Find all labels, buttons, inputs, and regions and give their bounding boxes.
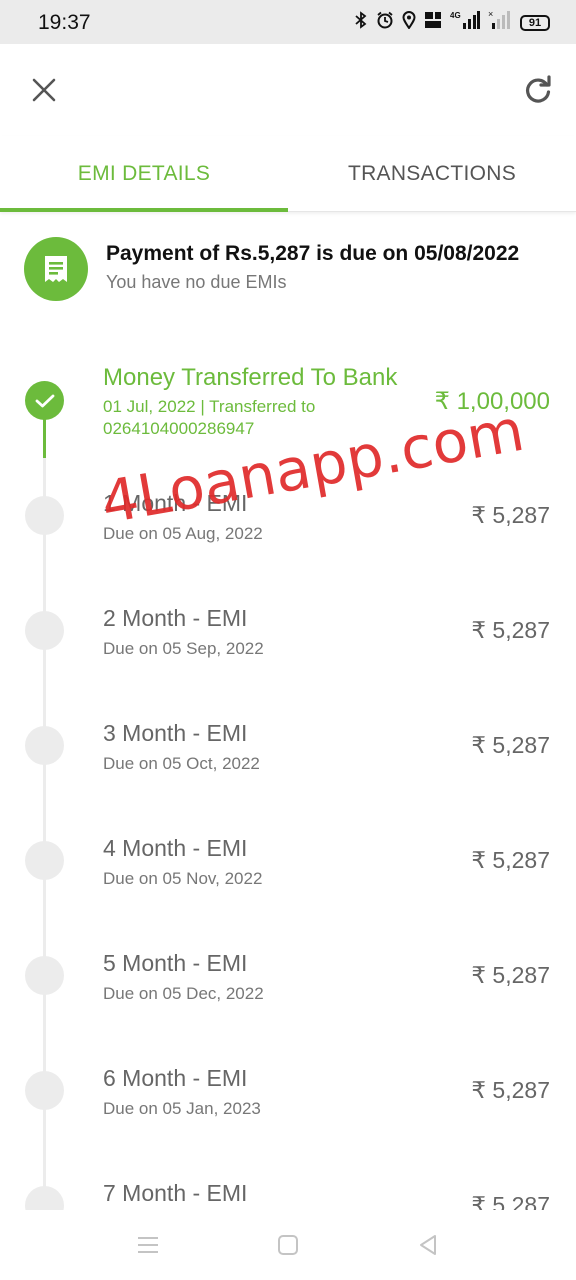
timeline-dot [25, 1071, 64, 1110]
receipt-icon [45, 256, 67, 282]
close-icon [32, 78, 56, 102]
list-item: 7 Month - EMI ₹ 5,287 [0, 1145, 576, 1210]
emi-amount: ₹ 5,287 [471, 502, 550, 528]
emi-title: 7 Month - EMI [103, 1180, 248, 1206]
svg-text:×: × [488, 10, 493, 19]
signal-weak-icon: × [488, 9, 512, 37]
emi-amount: ₹ 5,287 [471, 1077, 550, 1103]
receipt-badge [24, 237, 88, 301]
home-button[interactable] [273, 1230, 303, 1260]
list-item: 5 Month - EMI Due on 05 Dec, 2022 ₹ 5,28… [0, 915, 576, 1015]
signal-icon: 4G [450, 10, 480, 37]
location-icon [402, 10, 416, 36]
emi-due-date: Due on 05 Sep, 2022 [103, 639, 264, 658]
network-type-label: 4G [450, 11, 461, 20]
bluetooth-icon [354, 10, 368, 36]
status-icons: 4G × 91 [354, 9, 550, 37]
list-item: 6 Month - EMI Due on 05 Jan, 2023 ₹ 5,28… [0, 1030, 576, 1130]
tab-bar: EMI DETAILS TRANSACTIONS [0, 136, 576, 212]
emi-due-date: Due on 05 Dec, 2022 [103, 984, 264, 1003]
emi-due-date: Due on 05 Oct, 2022 [103, 754, 260, 773]
status-bar: 19:37 4G × 91 [0, 0, 576, 44]
menu-icon [138, 1237, 158, 1253]
list-item: 3 Month - EMI Due on 05 Oct, 2022 ₹ 5,28… [0, 685, 576, 785]
emi-amount: ₹ 5,287 [471, 1192, 550, 1210]
refresh-button[interactable] [518, 70, 558, 110]
emi-title: 4 Month - EMI [103, 835, 248, 861]
refresh-icon [526, 75, 551, 103]
timeline-dot [25, 1186, 64, 1210]
tab-transactions[interactable]: TRANSACTIONS [288, 136, 576, 211]
emi-title: 5 Month - EMI [103, 950, 248, 976]
back-triangle-icon [420, 1235, 436, 1255]
timeline-dot-done [25, 381, 64, 420]
tab-emi-details[interactable]: EMI DETAILS [0, 136, 288, 212]
emi-title: 3 Month - EMI [103, 720, 248, 746]
timeline-dot [25, 956, 64, 995]
check-icon [35, 394, 54, 407]
emi-amount: ₹ 5,287 [471, 617, 550, 643]
battery-icon: 91 [520, 15, 550, 31]
list-item: 2 Month - EMI Due on 05 Sep, 2022 ₹ 5,28… [0, 570, 576, 670]
app-bar [0, 44, 576, 136]
recents-button[interactable] [133, 1230, 163, 1260]
timeline-dot [25, 841, 64, 880]
emi-title: 6 Month - EMI [103, 1065, 248, 1091]
payment-summary: Payment of Rs.5,287 is due on 05/08/2022… [24, 236, 554, 302]
payment-due-subtitle: You have no due EMIs [106, 272, 287, 292]
timeline-dot [25, 726, 64, 765]
close-button[interactable] [24, 70, 64, 110]
emi-amount: ₹ 5,287 [471, 847, 550, 873]
volte-icon [424, 11, 442, 36]
list-item: 4 Month - EMI Due on 05 Nov, 2022 ₹ 5,28… [0, 800, 576, 900]
disbursal-title: Money Transferred To Bank [103, 364, 398, 391]
alarm-icon [376, 11, 394, 36]
payment-due-title: Payment of Rs.5,287 is due on 05/08/2022 [106, 242, 520, 265]
emi-title: 2 Month - EMI [103, 605, 248, 631]
system-nav-bar [0, 1210, 576, 1280]
emi-due-date: Due on 05 Jan, 2023 [103, 1099, 261, 1118]
emi-due-date: Due on 05 Nov, 2022 [103, 869, 263, 888]
back-button[interactable] [413, 1230, 443, 1260]
timeline-dot [25, 496, 64, 535]
emi-amount: ₹ 5,287 [471, 732, 550, 758]
emi-amount: ₹ 5,287 [471, 962, 550, 988]
timeline-dot [25, 611, 64, 650]
status-time: 19:37 [38, 11, 91, 34]
home-square-icon [278, 1235, 298, 1255]
